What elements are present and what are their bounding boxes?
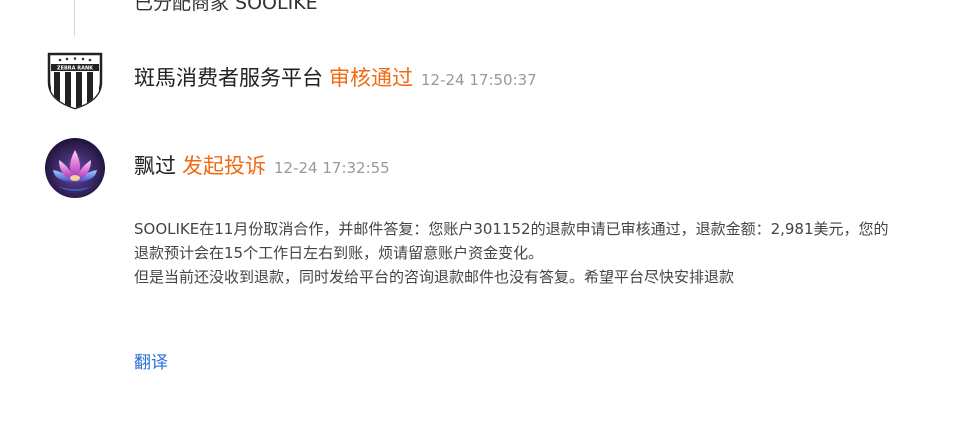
complaint-line: 退款预计会在15个工作日左右到账，烦请留意账户资金变化。 (134, 244, 544, 262)
assigned-merchant-text: 已分配商家 SOOLIKE (134, 0, 318, 14)
entry-status-badge: 发起投诉 (182, 154, 266, 178)
complaint-line: 但是当前还没收到退款，同时发给平台的咨询退款邮件也没有答复。希望平台尽快安排退款 (134, 268, 735, 286)
complaint-body: SOOLIKE在11月份取消合作，并邮件答复：您账户301152的退款申请已审核… (134, 217, 954, 289)
zebra-rank-shield-icon: ZEBRA RANK (45, 48, 105, 110)
entry-status-badge: 审核通过 (329, 66, 413, 90)
entry-author-name: 飘过 (134, 154, 176, 178)
lotus-flower-icon (45, 138, 105, 198)
translate-link[interactable]: 翻译 (134, 348, 168, 373)
complaint-line: SOOLIKE在11月份取消合作，并邮件答复：您账户301152的退款申请已审核… (134, 220, 889, 238)
timeline-connector (74, 0, 75, 36)
complaint-timeline: 已分配商家 SOOLIKE ZEBRA RANK 斑馬消费者服务平台 审核通过 … (0, 0, 976, 437)
timeline-entry-user: 飘过 发起投诉 12-24 17:32:55 (134, 150, 390, 180)
entry-author-name: 斑馬消费者服务平台 (134, 66, 323, 90)
timeline-entry-platform: 斑馬消费者服务平台 审核通过 12-24 17:50:37 (134, 62, 537, 92)
entry-timestamp: 12-24 17:50:37 (421, 71, 537, 89)
svg-text:ZEBRA RANK: ZEBRA RANK (57, 66, 94, 72)
entry-timestamp: 12-24 17:32:55 (274, 159, 390, 177)
